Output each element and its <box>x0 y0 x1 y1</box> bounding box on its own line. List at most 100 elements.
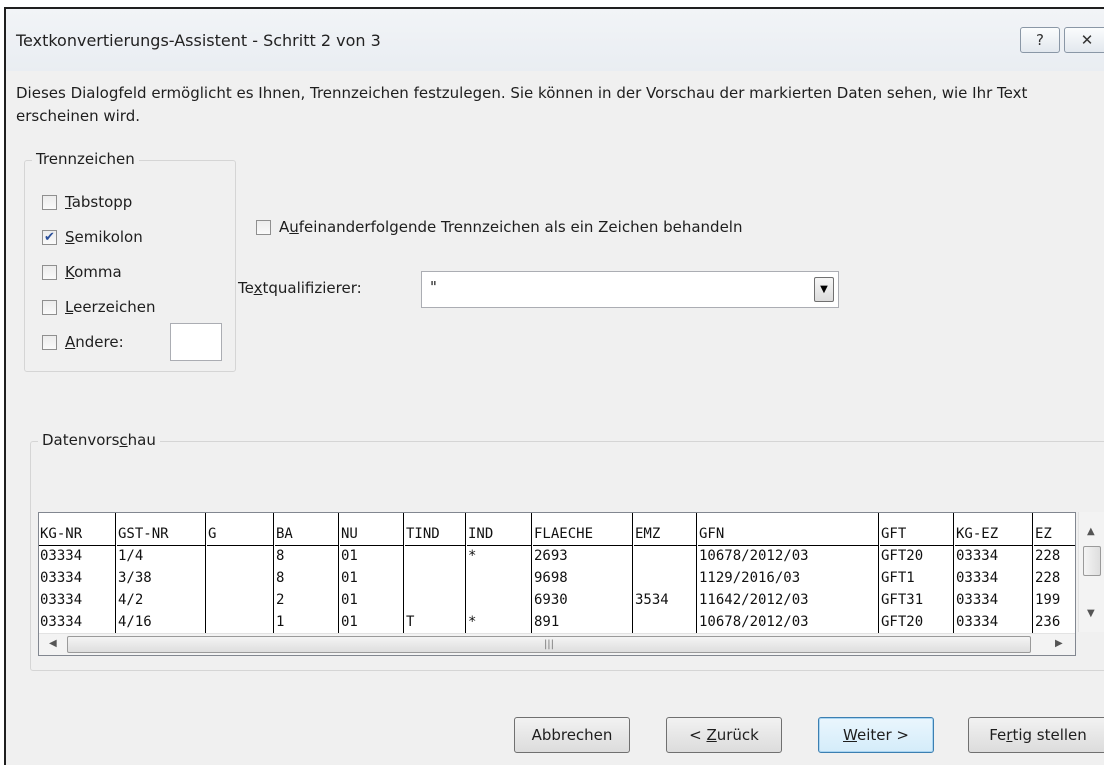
close-button[interactable]: ✕ <box>1064 27 1104 53</box>
preview-cell: 8 <box>276 570 285 586</box>
preview-cell: 03334 <box>956 614 999 630</box>
preview-data-row: 03334 1/4 8 01 * 2693 10678/2012/03 GFT20 03334 2… <box>39 545 1075 567</box>
horizontal-scroll-thumb[interactable]: ||| <box>67 636 1031 653</box>
tab-label: Tabstopp <box>65 193 133 211</box>
preview-cell <box>634 611 697 633</box>
preview-cell: 1/4 <box>118 548 144 564</box>
other-delimiter-option[interactable]: Andere: <box>42 333 124 351</box>
column-separator[interactable] <box>403 513 404 633</box>
other-delimiter-input[interactable] <box>170 323 222 361</box>
semicolon-delimiter-option[interactable]: ✔ Semikolon <box>42 228 143 246</box>
dropdown-arrow-icon[interactable]: ▼ <box>814 277 834 302</box>
preview-column-header: KG-EZ <box>955 523 1033 546</box>
preview-cell: 228 <box>1035 570 1061 586</box>
column-separator[interactable] <box>115 513 116 633</box>
preview-cell: * <box>468 548 477 564</box>
text-qualifier-select[interactable]: " ▼ <box>421 271 839 308</box>
preview-cell: 6930 <box>534 592 568 608</box>
preview-horizontal-scrollbar[interactable]: ◀ ||| ▶ <box>39 633 1075 655</box>
tab-delimiter-option[interactable]: Tabstopp <box>42 193 132 211</box>
scroll-up-icon[interactable]: ▲ <box>1087 526 1095 537</box>
preview-cell: 236 <box>1035 614 1061 630</box>
cancel-button-label: Abbrechen <box>531 726 613 744</box>
preview-column-header: GST-NR <box>117 523 206 546</box>
preview-cell: 891 <box>534 614 560 630</box>
preview-column-header: FLAECHE <box>533 523 633 546</box>
preview-column-header: GFN <box>698 523 879 546</box>
preview-column-header: BA <box>275 523 339 546</box>
column-separator[interactable] <box>338 513 339 633</box>
preview-cell: GFT1 <box>881 570 915 586</box>
other-label: Andere: <box>65 333 124 351</box>
preview-cell: * <box>468 614 477 630</box>
preview-cell: 03334 <box>956 570 999 586</box>
column-separator[interactable] <box>205 513 206 633</box>
preview-cell: 2 <box>276 592 285 608</box>
cancel-button[interactable]: Abbrechen <box>514 717 630 753</box>
scroll-left-icon[interactable]: ◀ <box>49 638 57 649</box>
preview-vertical-scrollbar[interactable]: ▲ ▼ <box>1078 512 1104 632</box>
next-button[interactable]: Weiter > <box>818 717 934 753</box>
space-delimiter-option[interactable]: Leerzeichen <box>42 298 155 316</box>
preview-header-row: KG-NR GST-NR G BA NU TIND IND FLAECHE EMZ GFN GFT K… <box>39 523 1075 546</box>
preview-cell: GFT20 <box>881 614 924 630</box>
preview-column-header: TIND <box>405 523 466 546</box>
text-import-wizard-dialog: Textkonvertierungs-Assistent - Schritt 2… <box>4 7 1104 765</box>
text-qualifier-label: Textqualifizierer: <box>238 279 362 297</box>
column-separator[interactable] <box>531 513 532 633</box>
comma-delimiter-option[interactable]: Komma <box>42 263 122 281</box>
preview-cell: 8 <box>276 548 285 564</box>
back-button-label: < Zurück <box>689 726 759 744</box>
column-separator[interactable] <box>1032 513 1033 633</box>
next-button-label: Weiter > <box>843 726 909 744</box>
preview-table: KG-NR GST-NR G BA NU TIND IND FLAECHE EMZ GFN GFT K… <box>39 513 1075 633</box>
vertical-scroll-thumb[interactable] <box>1083 546 1101 576</box>
preview-cell: 10678/2012/03 <box>699 548 809 564</box>
delimiter-group-legend: Trennzeichen <box>32 150 139 168</box>
scroll-right-icon[interactable]: ▶ <box>1055 638 1063 649</box>
help-button[interactable]: ? <box>1020 27 1060 53</box>
preview-cell: 03334 <box>40 548 83 564</box>
preview-column-header: IND <box>467 523 532 546</box>
preview-cell: 1 <box>276 614 285 630</box>
preview-column-header: GFT <box>880 523 954 546</box>
back-button[interactable]: < Zurück <box>666 717 782 753</box>
preview-cell: 9698 <box>534 570 568 586</box>
column-separator[interactable] <box>465 513 466 633</box>
preview-cell: 10678/2012/03 <box>699 614 809 630</box>
column-separator[interactable] <box>953 513 954 633</box>
preview-cell: 3/38 <box>118 570 152 586</box>
comma-checkbox[interactable] <box>42 264 57 280</box>
finish-button[interactable]: Fertig stellen <box>968 717 1104 753</box>
tab-checkbox[interactable] <box>42 194 57 210</box>
preview-cell: 01 <box>341 548 358 564</box>
comma-label: Komma <box>65 263 122 281</box>
data-preview-legend: Datenvorschau <box>38 431 160 449</box>
preview-cell: 03334 <box>956 548 999 564</box>
preview-data-row: 03334 3/38 8 01 9698 1129/2016/03 GFT1 03334 228 <box>39 567 1075 589</box>
semicolon-checkbox[interactable]: ✔ <box>42 229 57 245</box>
preview-cell: 03334 <box>40 570 83 586</box>
semicolon-label: Semikolon <box>65 228 143 246</box>
preview-cell: GFT31 <box>881 592 924 608</box>
text-qualifier-value: " <box>430 278 437 296</box>
preview-cell: GFT20 <box>881 548 924 564</box>
column-separator[interactable] <box>696 513 697 633</box>
column-separator[interactable] <box>273 513 274 633</box>
preview-cell: 1129/2016/03 <box>699 570 801 586</box>
preview-cell <box>405 589 466 611</box>
preview-cell: T <box>406 614 415 630</box>
preview-cell <box>634 545 697 567</box>
preview-cell <box>467 567 532 589</box>
column-separator[interactable] <box>878 513 879 633</box>
scroll-down-icon[interactable]: ▼ <box>1087 608 1095 619</box>
column-separator[interactable] <box>632 513 633 633</box>
space-checkbox[interactable] <box>42 299 57 315</box>
preview-cell: 01 <box>341 592 358 608</box>
preview-column-header: NU <box>340 523 404 546</box>
consecutive-delimiters-checkbox[interactable] <box>256 219 271 235</box>
other-checkbox[interactable] <box>42 334 57 350</box>
preview-cell: 2693 <box>534 548 568 564</box>
preview-cell: 01 <box>341 570 358 586</box>
consecutive-delimiters-option[interactable]: Aufeinanderfolgende Trennzeichen als ein… <box>256 218 742 236</box>
